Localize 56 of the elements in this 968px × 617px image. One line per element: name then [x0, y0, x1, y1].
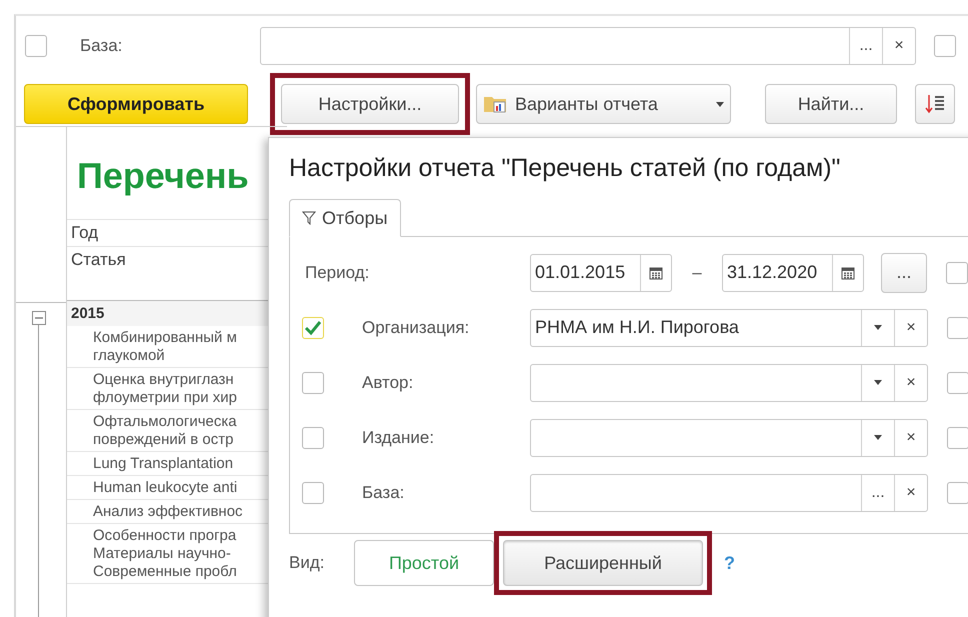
checkbox[interactable] [934, 35, 956, 57]
variants-button[interactable]: Варианты отчета [476, 84, 731, 124]
caret-icon [716, 102, 724, 106]
filter-field[interactable]: ... × [530, 474, 928, 512]
dialog-title: Настройки отчета "Перечень статей (по годам)" [289, 154, 842, 183]
button-label: Варианты отчета [515, 94, 659, 114]
date-field[interactable]: 01.01.2015 [530, 254, 672, 292]
settings-button[interactable]: Настройки... [281, 84, 459, 124]
view-option[interactable]: Простой [354, 540, 494, 586]
clear-button[interactable]: × [894, 364, 927, 400]
generate-button[interactable]: Сформировать [24, 84, 248, 124]
filter-field[interactable]: × [530, 364, 928, 402]
filter-field[interactable]: РНМА им Н.И. Пирогова × [530, 308, 928, 346]
calendar-icon [649, 266, 663, 280]
field-label: Автор: [362, 372, 414, 392]
checkbox[interactable] [302, 482, 324, 504]
checkbox[interactable] [947, 426, 968, 448]
checkbox[interactable] [302, 426, 324, 448]
folder-icon [483, 94, 509, 114]
checkbox[interactable] [302, 316, 324, 338]
view-option[interactable]: Расширенный [503, 540, 703, 586]
clear-button[interactable]: × [882, 28, 915, 64]
caret-icon [874, 380, 882, 385]
base-field[interactable]: ... × [260, 27, 916, 65]
report-title: Перечень [76, 154, 250, 198]
clear-button[interactable]: × [894, 474, 927, 510]
sort-list-icon [925, 93, 945, 115]
dash: – [691, 262, 703, 282]
clear-button[interactable]: × [894, 310, 927, 346]
caret-icon [874, 325, 882, 330]
calendar-icon [841, 266, 855, 280]
tab[interactable]: Отборы [289, 199, 401, 237]
select-button[interactable]: ... [861, 474, 894, 510]
field-label: База: [80, 36, 124, 56]
checkbox[interactable] [947, 372, 968, 394]
filter-field[interactable]: × [530, 418, 928, 456]
find-button[interactable]: Найти... [765, 84, 897, 124]
view-label: Вид: [289, 553, 326, 573]
checkbox[interactable] [25, 35, 47, 57]
filter-icon [302, 211, 316, 225]
sort-button[interactable] [915, 84, 955, 124]
field-label: База: [362, 482, 404, 502]
date-field[interactable]: 31.12.2020 [722, 254, 864, 292]
checkmark-icon [304, 320, 322, 336]
checkbox[interactable] [947, 482, 968, 504]
field-label: Издание: [362, 428, 434, 448]
field-label: Период: [305, 262, 370, 282]
checkbox[interactable] [946, 262, 968, 284]
checkbox[interactable] [947, 316, 968, 338]
clear-button[interactable]: × [894, 420, 927, 456]
caret-icon [874, 435, 882, 440]
period-button[interactable]: ... [881, 252, 927, 292]
checkbox[interactable] [302, 372, 324, 394]
select-button[interactable]: ... [849, 28, 882, 64]
field-label: Организация: [362, 318, 470, 338]
collapse-icon[interactable] [32, 311, 46, 325]
